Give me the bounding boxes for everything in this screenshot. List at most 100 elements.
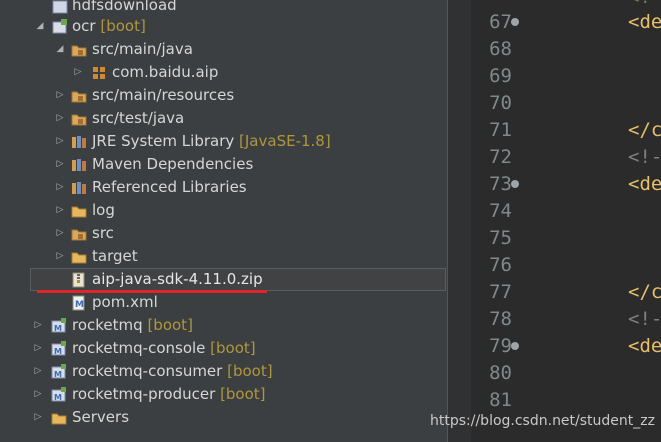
svg-text:M: M — [54, 370, 62, 379]
line-number: 81 — [489, 389, 512, 411]
tree-item-rocketmq-consumer[interactable]: ▷ M rocketmq-consumer [boot] — [0, 360, 447, 383]
line-number: 68 — [489, 38, 512, 60]
tree-item-label: rocketmq-console [boot] — [72, 339, 256, 357]
line-number: 79 — [489, 335, 512, 357]
maven-project-icon: M — [51, 387, 67, 403]
tree-item-src-main-java[interactable]: ◢ src/main/java — [0, 38, 447, 61]
expand-arrow-icon[interactable]: ▷ — [33, 406, 43, 429]
maven-project-icon: M — [51, 341, 67, 357]
code-comment: <!- — [628, 308, 661, 330]
code-tag: </c — [628, 281, 661, 303]
tree-item-aip-sdk-zip[interactable]: aip-java-sdk-4.11.0.zip — [0, 268, 447, 291]
project-icon — [52, 19, 68, 35]
tree-item-label: src/main/java — [92, 40, 193, 58]
line-number: 69 — [489, 65, 512, 87]
folder-icon — [71, 203, 87, 219]
tree-item-rocketmq-producer[interactable]: ▷ M rocketmq-producer [boot] — [0, 383, 447, 406]
tree-item-servers[interactable]: ▷ Servers — [0, 406, 447, 429]
fold-marker-icon[interactable] — [511, 18, 519, 26]
tree-item-rocketmq-console[interactable]: ▷ M rocketmq-console [boot] — [0, 337, 447, 360]
code-tag: <de — [628, 11, 661, 33]
svg-text:M: M — [54, 393, 62, 402]
code-tag: <de — [628, 335, 661, 357]
tree-item-rocketmq[interactable]: ▷ M rocketmq [boot] — [0, 314, 447, 337]
svg-text:M: M — [54, 324, 62, 333]
package-icon — [91, 65, 107, 81]
project-icon — [52, 0, 68, 14]
maven-project-icon: M — [51, 318, 67, 334]
expand-arrow-icon[interactable]: ▷ — [55, 245, 65, 268]
expand-arrow-icon[interactable]: ▷ — [55, 199, 65, 222]
tree-item-package[interactable]: ▷ com.baidu.aip — [0, 61, 447, 84]
maven-pom-icon: M — [71, 295, 87, 311]
expand-arrow-icon[interactable]: ▷ — [33, 360, 43, 383]
collapse-arrow-icon[interactable]: ◢ — [55, 38, 65, 61]
folder-icon — [51, 410, 67, 426]
view-splitter[interactable] — [447, 0, 462, 442]
expand-arrow-icon[interactable]: ▷ — [73, 61, 83, 84]
tree-item-label: src/test/java — [92, 109, 185, 127]
editor-left-gutter — [461, 0, 471, 442]
library-icon — [71, 157, 87, 173]
tree-item-label: Maven Dependencies — [92, 155, 254, 173]
expand-arrow-icon[interactable]: ▷ — [55, 130, 65, 153]
tree-item-label: src/main/resources — [92, 86, 235, 104]
line-number: 80 — [489, 362, 512, 384]
line-number: 70 — [489, 92, 512, 114]
code-comment: <!- — [628, 146, 661, 168]
project-explorer-tree: hdfsdownload ◢ ocr [boot] ◢ src/main/jav… — [0, 0, 447, 442]
tree-item-target[interactable]: ▷ target — [0, 245, 447, 268]
expand-arrow-icon[interactable]: ▷ — [33, 337, 43, 360]
source-folder-icon — [71, 42, 87, 58]
tree-item-src[interactable]: ▷ src — [0, 222, 447, 245]
line-number: 75 — [489, 227, 512, 249]
source-folder-icon — [71, 226, 87, 242]
expand-arrow-icon[interactable]: ▷ — [55, 153, 65, 176]
tree-item-label: JRE System Library [JavaSE-1.8] — [92, 132, 331, 150]
tree-item-src-test-java[interactable]: ▷ src/test/java — [0, 107, 447, 130]
fold-marker-icon[interactable] — [511, 180, 519, 188]
svg-text:M: M — [54, 347, 62, 356]
collapse-arrow-icon[interactable]: ◢ — [35, 15, 45, 38]
tree-item-label: rocketmq [boot] — [72, 316, 193, 334]
line-number: 72 — [489, 146, 512, 168]
zip-file-icon — [71, 272, 87, 288]
tree-item-ocr[interactable]: ◢ ocr [boot] — [0, 15, 447, 38]
line-number: 73 — [489, 173, 512, 195]
code-comment: <! — [628, 0, 651, 8]
tree-item-jre-library[interactable]: ▷ JRE System Library [JavaSE-1.8] — [0, 130, 447, 153]
code-tag: </c — [628, 119, 661, 141]
folder-icon — [71, 249, 87, 265]
line-number: 77 — [489, 281, 512, 303]
tree-item-log[interactable]: ▷ log — [0, 199, 447, 222]
expand-arrow-icon[interactable]: ▷ — [55, 222, 65, 245]
watermark: https://blog.csdn.net/student_zz — [430, 413, 655, 429]
expand-arrow-icon[interactable]: ▷ — [55, 176, 65, 199]
tree-item-label: pom.xml — [92, 293, 158, 311]
fold-marker-icon[interactable] — [511, 342, 519, 350]
tree-item-label: rocketmq-producer [boot] — [72, 385, 266, 403]
library-icon — [71, 180, 87, 196]
tree-item-label: aip-java-sdk-4.11.0.zip — [92, 270, 263, 288]
tree-item-label: src — [92, 224, 114, 242]
line-number: 78 — [489, 308, 512, 330]
tree-item-label: com.baidu.aip — [112, 63, 219, 81]
library-icon — [71, 134, 87, 150]
maven-project-icon: M — [51, 364, 67, 380]
expand-arrow-icon[interactable]: ▷ — [55, 107, 65, 130]
tree-item-referenced-libraries[interactable]: ▷ Referenced Libraries — [0, 176, 447, 199]
line-number: 71 — [489, 119, 512, 141]
line-number: 74 — [489, 200, 512, 222]
tree-item-label: ocr [boot] — [72, 17, 146, 35]
tree-item-label: Referenced Libraries — [92, 178, 247, 196]
expand-arrow-icon[interactable]: ▷ — [55, 84, 65, 107]
expand-arrow-icon[interactable]: ▷ — [33, 383, 43, 406]
line-number: 76 — [489, 254, 512, 276]
expand-arrow-icon[interactable]: ▷ — [33, 314, 43, 337]
tree-item-pom[interactable]: M pom.xml — [0, 291, 447, 314]
tree-item-src-main-resources[interactable]: ▷ src/main/resources — [0, 84, 447, 107]
source-folder-icon — [71, 111, 87, 127]
line-number: 67 — [489, 11, 512, 33]
code-tag: <de — [628, 173, 661, 195]
tree-item-maven-dependencies[interactable]: ▷ Maven Dependencies — [0, 153, 447, 176]
